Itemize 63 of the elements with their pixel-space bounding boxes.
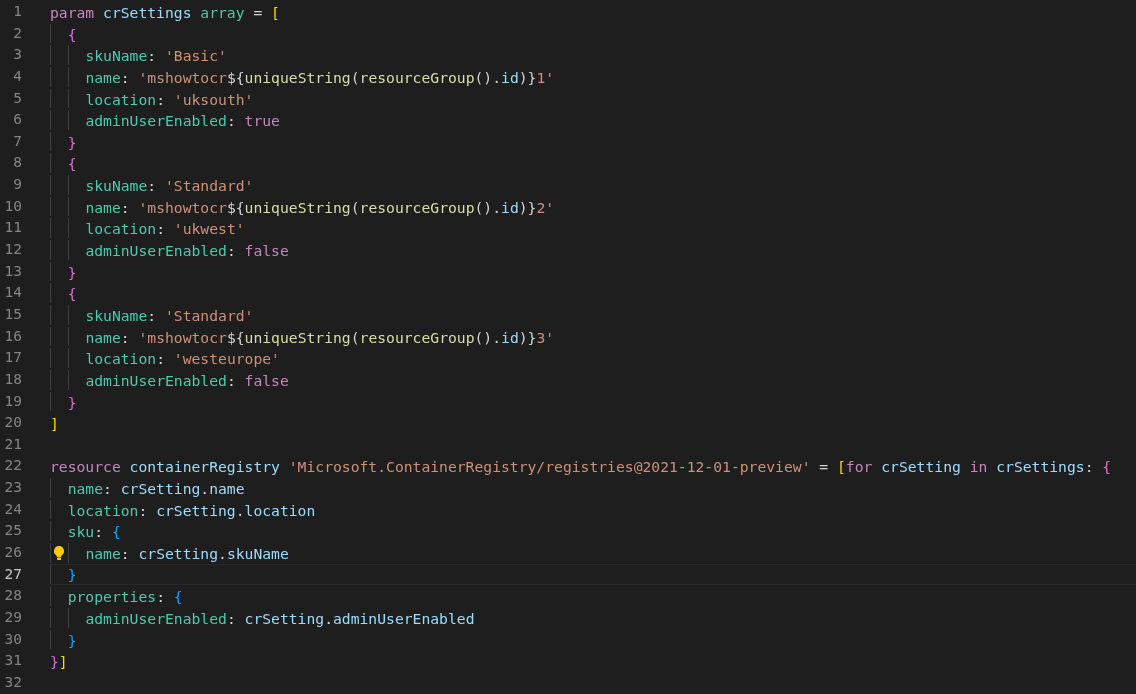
code-line: }] xyxy=(50,652,68,673)
line-number: 10 xyxy=(3,196,22,216)
line-number: 7 xyxy=(12,131,22,151)
line-number: 3 xyxy=(12,45,22,65)
code-line: resource containerRegistry 'Microsoft.ContainerRegistry/registries@2021-12-01-preview' = [for crSetting in crSettings: { xyxy=(50,457,1112,478)
code-line: { xyxy=(67,24,77,45)
code-line: } xyxy=(67,392,77,413)
line-number: 19 xyxy=(3,391,22,411)
line-number: 14 xyxy=(3,283,22,303)
line-number: 13 xyxy=(3,261,22,281)
code-line: } xyxy=(67,630,77,651)
code-line: } xyxy=(67,132,77,153)
code-line: properties: { xyxy=(67,587,183,608)
code-line: } xyxy=(67,262,77,283)
line-number: 1 xyxy=(12,2,22,21)
line-number: 26 xyxy=(3,543,22,562)
code-line: adminUserEnabled: false xyxy=(85,370,289,391)
code-line: adminUserEnabled: false xyxy=(85,241,289,262)
line-number: 17 xyxy=(3,348,22,368)
line-number: 24 xyxy=(3,499,22,519)
code-line: ] xyxy=(50,414,59,435)
line-number: 23 xyxy=(3,478,22,498)
line-number: 25 xyxy=(3,521,22,541)
code-line: param crSettings array = [ xyxy=(50,3,280,23)
code-line: location: 'ukwest' xyxy=(85,219,245,240)
code-line: skuName: 'Standard' xyxy=(85,176,254,197)
line-number: 21 xyxy=(3,434,22,454)
line-number: 32 xyxy=(3,672,22,692)
line-number: 18 xyxy=(3,369,22,389)
code-line: sku: { xyxy=(67,522,121,543)
line-number: 9 xyxy=(12,175,22,195)
line-number: 11 xyxy=(3,218,22,238)
code-line: location: crSetting.location xyxy=(67,500,316,521)
code-line: adminUserEnabled: crSetting.adminUserEnabled xyxy=(85,608,475,629)
code-line: adminUserEnabled: true xyxy=(85,111,280,132)
lightbulb-icon[interactable] xyxy=(52,545,66,561)
code-line: location: 'uksouth' xyxy=(85,89,254,110)
line-number: 4 xyxy=(12,66,22,86)
code-line: name: crSetting.name xyxy=(67,479,245,500)
line-number: 20 xyxy=(3,413,22,433)
line-number: 2 xyxy=(12,23,22,43)
code-line: skuName: 'Standard' xyxy=(85,305,254,326)
code-line: name: 'mshowtocr${uniqueString(resourceGroup().id)}2' xyxy=(85,197,555,218)
line-number: 29 xyxy=(3,607,22,627)
line-number: 30 xyxy=(3,629,22,649)
line-number: 5 xyxy=(12,88,22,108)
line-number: 15 xyxy=(3,304,22,324)
code-line: name: 'mshowtocr${uniqueString(resourceGroup().id)}1' xyxy=(85,67,555,88)
code-line: skuName: 'Basic' xyxy=(85,46,227,67)
line-number: 31 xyxy=(3,651,22,671)
code-line: } xyxy=(67,564,77,585)
line-number: 6 xyxy=(12,110,22,130)
code-line: { xyxy=(67,284,77,305)
line-number: 22 xyxy=(3,456,22,476)
line-number: 27 xyxy=(3,564,22,584)
line-number: 16 xyxy=(3,326,22,346)
line-number: 8 xyxy=(12,153,22,173)
code-line: name: crSetting.skuName xyxy=(85,544,289,564)
line-number: 12 xyxy=(3,240,22,260)
code-line: { xyxy=(67,154,77,175)
code-line: name: 'mshowtocr${uniqueString(resourceGroup().id)}3' xyxy=(85,327,555,348)
code-line: location: 'westeurope' xyxy=(85,349,280,370)
line-number: 28 xyxy=(3,586,22,606)
